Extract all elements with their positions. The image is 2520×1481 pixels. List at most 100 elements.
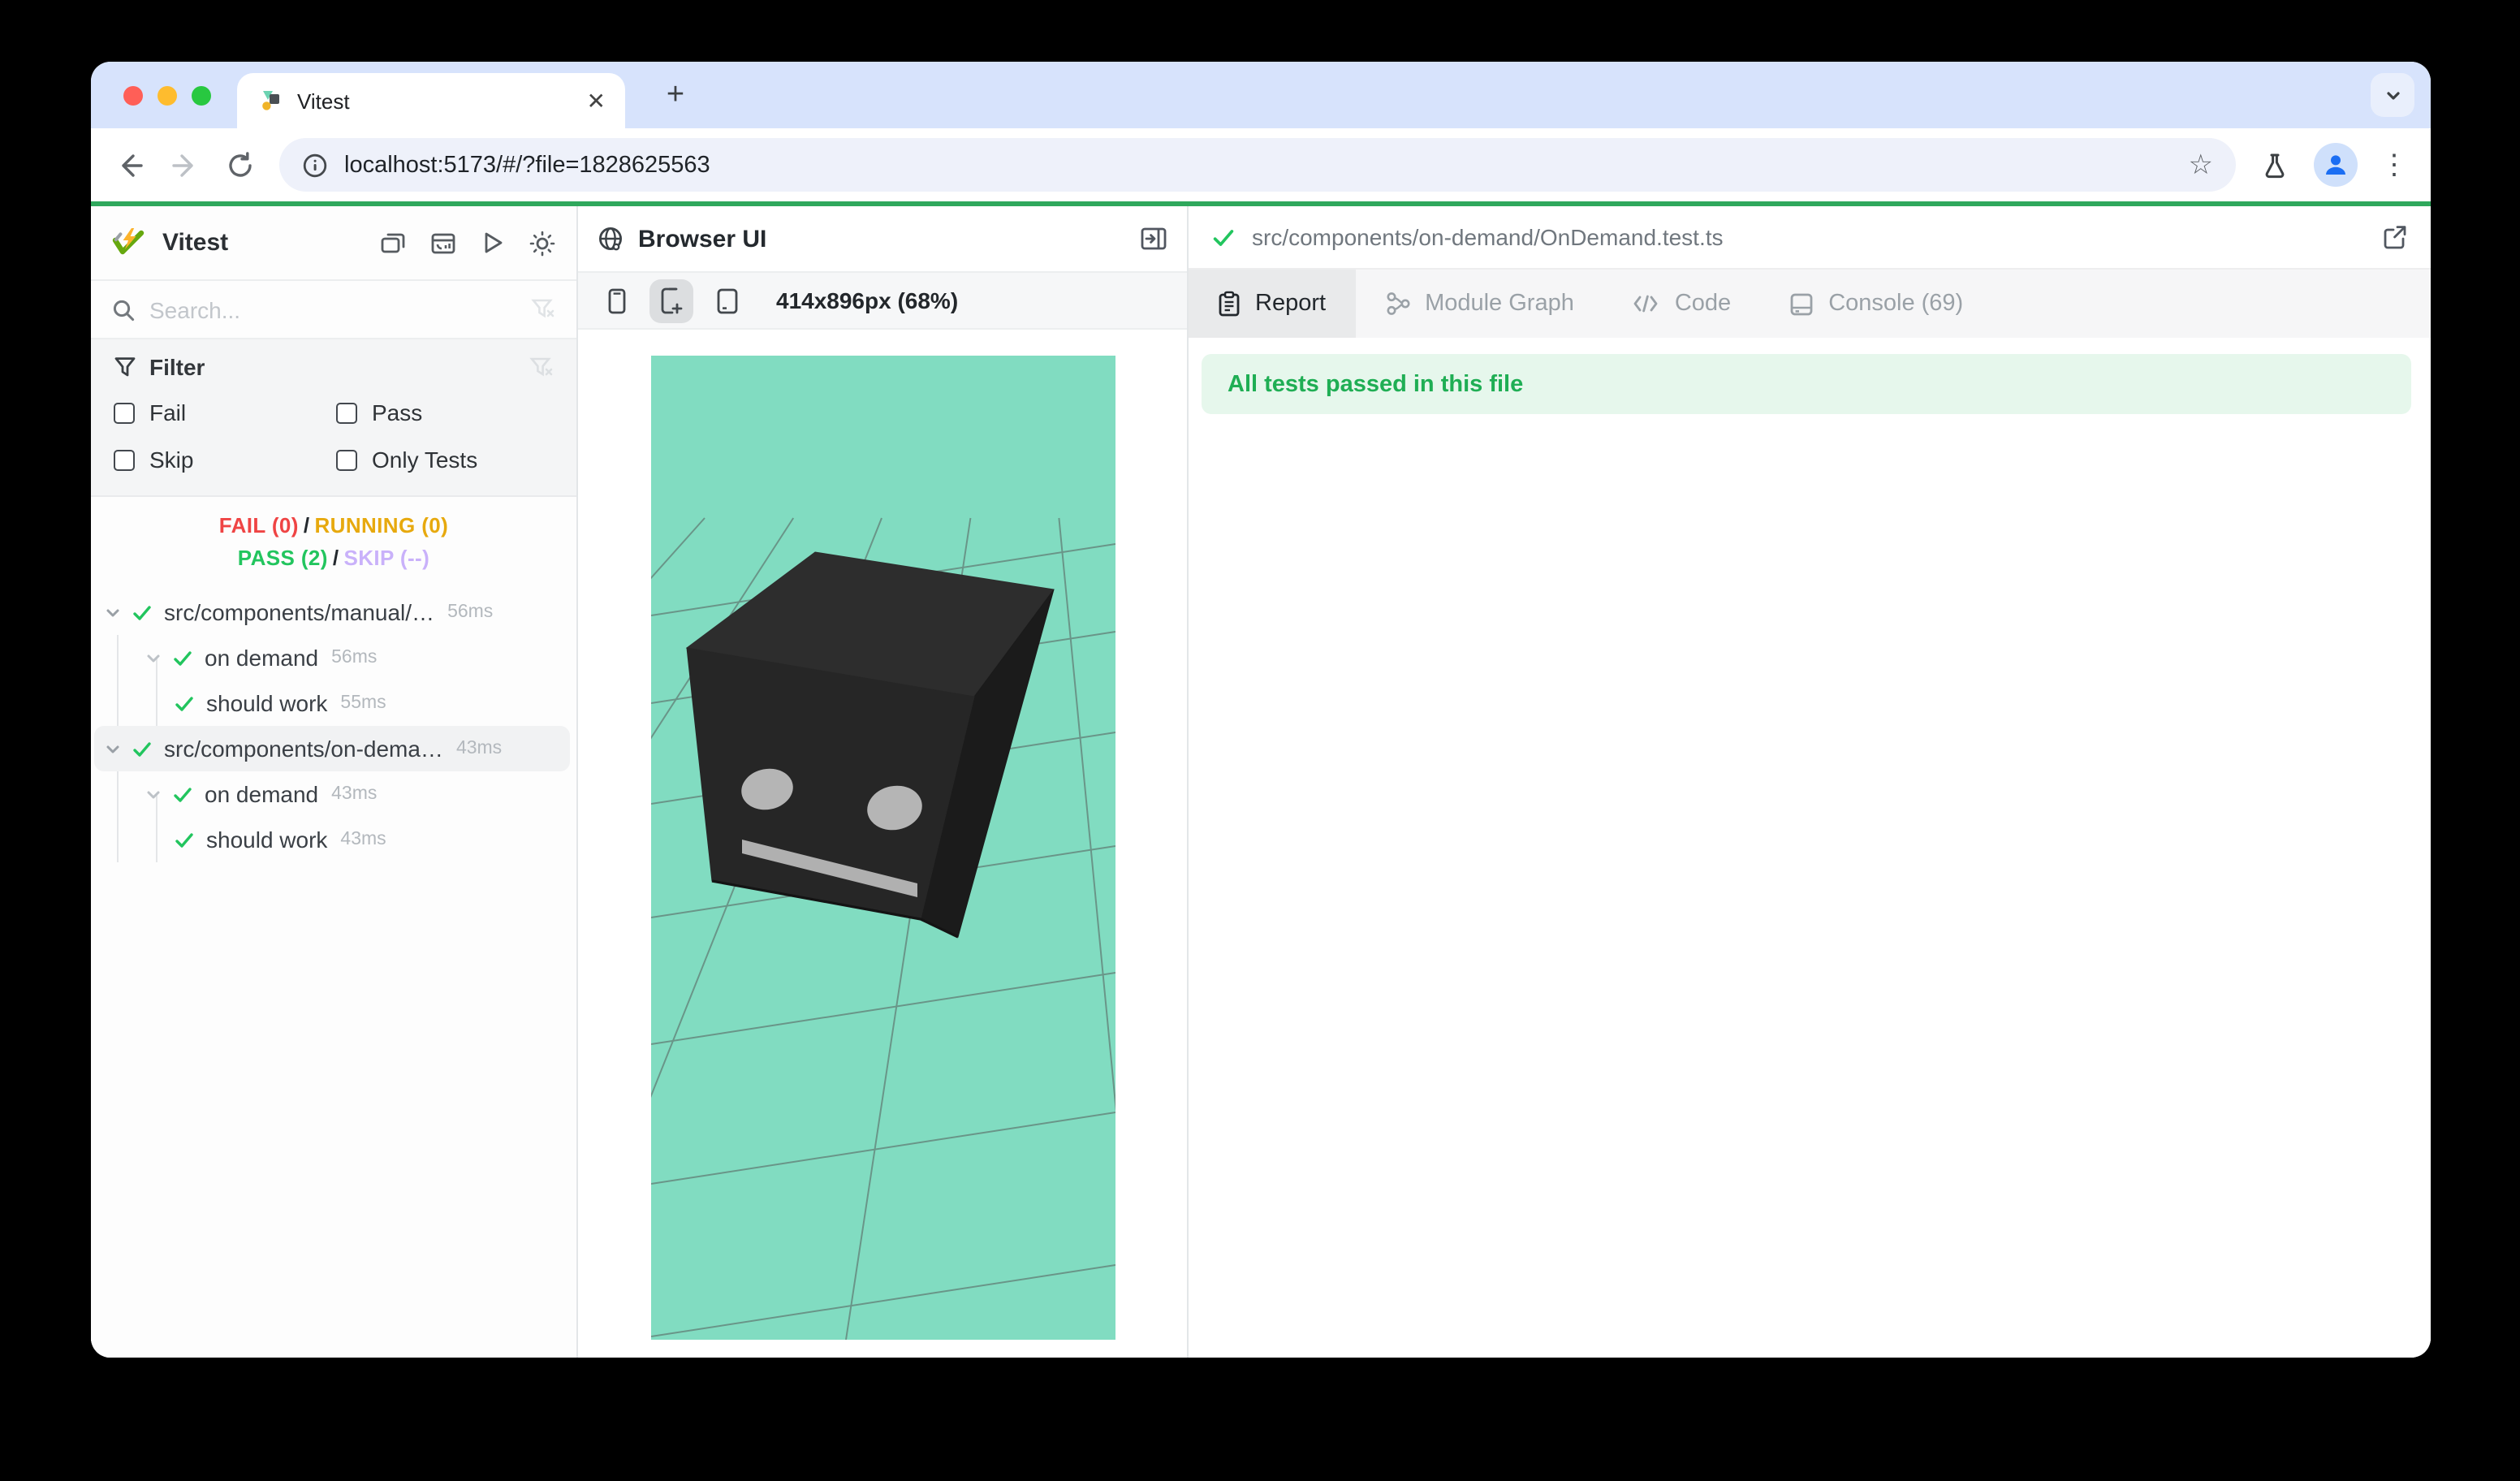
browser-viewport-canvas[interactable]: [650, 356, 1115, 1340]
tree-row-test[interactable]: should work 43ms: [91, 817, 576, 862]
profile-avatar[interactable]: [2314, 143, 2358, 187]
file-path-header: src/components/on-demand/OnDemand.test.t…: [1189, 206, 2431, 270]
filter-panel: Filter Fail Pass Skip Only Tests: [91, 339, 576, 497]
pass-check-icon: [1211, 225, 1236, 249]
search-bar[interactable]: Search...: [91, 281, 576, 339]
chevron-down-icon[interactable]: [145, 785, 162, 803]
close-window-button[interactable]: [123, 86, 143, 106]
filter-option-only-tests[interactable]: Only Tests: [336, 442, 554, 477]
filter-option-fail[interactable]: Fail: [114, 395, 336, 430]
report-panel: src/components/on-demand/OnDemand.test.t…: [1189, 206, 2431, 1358]
screen: Vitest ✕ + localhost:5173/#: [0, 0, 2520, 1481]
bookmark-star-icon[interactable]: ☆: [2189, 151, 2214, 179]
running-count: RUNNING (0): [314, 513, 448, 538]
status-line-2: PASS (2)/SKIP (--): [91, 542, 576, 575]
duration-badge: 56ms: [447, 602, 493, 622]
url-text[interactable]: localhost:5173/#/?file=1828625563: [344, 152, 2173, 178]
test-tree: src/components/manual/… 56ms on demand 5…: [91, 589, 576, 862]
new-tab-button[interactable]: +: [654, 75, 697, 117]
tree-row-file-manual[interactable]: src/components/manual/… 56ms: [91, 589, 576, 635]
minimize-window-button[interactable]: [158, 86, 177, 106]
status-line-1: FAIL (0)/RUNNING (0): [91, 510, 576, 542]
checkbox-fail[interactable]: [114, 402, 135, 423]
vitest-logo-icon: [112, 226, 146, 260]
open-external-icon[interactable]: [2382, 224, 2408, 250]
pass-check-icon: [132, 602, 153, 623]
chevron-down-icon[interactable]: [104, 740, 122, 758]
tab-title: Vitest: [297, 89, 587, 113]
viewport-area: [578, 330, 1187, 1358]
duration-badge: 43ms: [340, 830, 386, 849]
duration-badge: 43ms: [456, 739, 502, 758]
vitest-favicon-icon: [257, 88, 283, 114]
chrome-tab-strip: Vitest ✕ +: [91, 62, 2431, 128]
browser-ui-header: Browser UI: [578, 206, 1187, 273]
back-button[interactable]: [114, 149, 146, 181]
filter-option-pass[interactable]: Pass: [336, 395, 554, 430]
search-input[interactable]: Search...: [149, 296, 516, 322]
dock-panel-icon[interactable]: [1140, 226, 1167, 252]
device-phone-small-button[interactable]: [594, 278, 638, 322]
sidebar-header: Vitest: [91, 206, 576, 281]
tab-report[interactable]: Report: [1189, 270, 1355, 338]
window-controls: [123, 86, 211, 106]
viewport-size-label: 414x896px (68%): [776, 287, 958, 313]
clear-filter-icon[interactable]: [531, 297, 555, 322]
code-icon: [1633, 292, 1660, 315]
dashboard-icon[interactable]: [430, 230, 456, 256]
run-all-play-icon[interactable]: [481, 231, 505, 255]
tab-vitest[interactable]: Vitest ✕: [237, 73, 625, 128]
address-bar[interactable]: localhost:5173/#/?file=1828625563 ☆: [279, 138, 2236, 192]
browser-ui-title: Browser UI: [638, 225, 1125, 253]
test-status-summary: FAIL (0)/RUNNING (0) PASS (2)/SKIP (--): [91, 497, 576, 575]
pass-count: PASS (2): [238, 546, 328, 570]
reload-button[interactable]: [224, 149, 257, 181]
collapse-panels-icon[interactable]: [380, 230, 406, 256]
tree-row-suite[interactable]: on demand 56ms: [91, 635, 576, 680]
duration-badge: 43ms: [331, 784, 377, 804]
pass-check-icon: [174, 829, 195, 850]
report-tab-bar: Report Module Graph Code: [1189, 270, 2431, 338]
checkbox-skip[interactable]: [114, 449, 135, 470]
chevron-down-icon[interactable]: [104, 603, 122, 621]
filter-title: Filter: [149, 354, 516, 380]
tab-console[interactable]: Console (69): [1760, 270, 1992, 338]
vitest-ui-app: Vitest: [91, 206, 2431, 1358]
browser-window: Vitest ✕ + localhost:5173/#: [91, 62, 2431, 1358]
user-icon: [2322, 151, 2350, 179]
duration-badge: 55ms: [340, 693, 386, 713]
chrome-menu-kebab-icon[interactable]: ⋮: [2380, 149, 2408, 181]
tab-close-icon[interactable]: ✕: [587, 89, 606, 112]
skip-count: SKIP (--): [344, 546, 430, 570]
viewport-toolbar: 414x896px (68%): [578, 273, 1187, 330]
chevron-down-icon[interactable]: [145, 649, 162, 667]
maximize-window-button[interactable]: [192, 86, 211, 106]
tab-code[interactable]: Code: [1603, 270, 1760, 338]
app-title: Vitest: [162, 229, 364, 257]
tree-row-test[interactable]: should work 55ms: [91, 680, 576, 726]
search-icon: [112, 298, 135, 321]
fail-count: FAIL (0): [219, 513, 299, 538]
browser-ui-panel: Browser UI 414x896px (68%): [578, 206, 1189, 1358]
tab-search-chevron-button[interactable]: [2371, 73, 2414, 117]
checkbox-only-tests[interactable]: [336, 449, 357, 470]
theme-sun-icon[interactable]: [529, 230, 555, 256]
tree-row-file-on-demand-selected[interactable]: src/components/on-dema… 43ms: [91, 726, 576, 771]
site-info-icon[interactable]: [302, 152, 328, 178]
pass-check-icon: [174, 693, 195, 714]
chrome-toolbar: localhost:5173/#/?file=1828625563 ☆ ⋮: [91, 128, 2431, 201]
globe-icon: [598, 226, 624, 252]
chevron-down-icon: [2383, 85, 2402, 105]
tab-module-graph[interactable]: Module Graph: [1355, 270, 1603, 338]
pass-check-icon: [172, 784, 193, 805]
all-tests-passed-banner: All tests passed in this file: [1202, 354, 2411, 414]
device-phone-plus-button[interactable]: [649, 278, 693, 322]
experiments-flask-icon[interactable]: [2259, 149, 2291, 181]
clear-filter-icon[interactable]: [529, 355, 554, 379]
device-tablet-button[interactable]: [705, 278, 749, 322]
filter-option-skip[interactable]: Skip: [114, 442, 336, 477]
forward-button[interactable]: [169, 149, 201, 181]
tree-row-suite[interactable]: on demand 43ms: [91, 771, 576, 817]
checkbox-pass[interactable]: [336, 402, 357, 423]
clipboard-icon: [1218, 291, 1241, 317]
